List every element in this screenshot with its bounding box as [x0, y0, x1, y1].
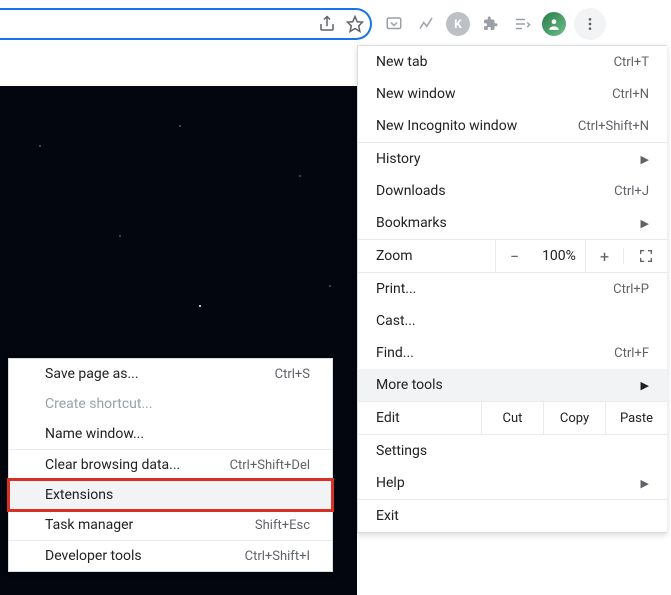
- menu-exit[interactable]: Exit: [358, 500, 667, 532]
- fullscreen-button[interactable]: [623, 248, 667, 264]
- submenu-extensions[interactable]: Extensions: [9, 480, 332, 510]
- chevron-right-icon: ▶: [641, 379, 649, 392]
- menu-label: Exit: [376, 508, 399, 524]
- menu-history[interactable]: History ▶: [358, 143, 667, 175]
- submenu-label: Clear browsing data...: [45, 457, 180, 473]
- star-icon[interactable]: [346, 15, 364, 33]
- submenu-shortcut: Ctrl+S: [275, 367, 310, 382]
- menu-label: Find...: [376, 345, 414, 361]
- menu-shortcut: Ctrl+N: [612, 87, 649, 102]
- menu-more-tools[interactable]: More tools ▶: [358, 369, 667, 401]
- menu-label: New tab: [376, 54, 427, 70]
- menu-label: More tools: [376, 377, 443, 393]
- extensions-puzzle-icon[interactable]: [478, 12, 502, 36]
- menu-label: Bookmarks: [376, 215, 447, 231]
- submenu-dev-tools[interactable]: Developer tools Ctrl+Shift+I: [9, 541, 332, 571]
- menu-shortcut: Ctrl+Shift+N: [578, 119, 649, 134]
- menu-shortcut: Ctrl+J: [614, 184, 649, 199]
- kebab-menu-icon[interactable]: [574, 8, 606, 40]
- submenu-task-manager[interactable]: Task manager Shift+Esc: [9, 510, 332, 540]
- main-menu: New tab Ctrl+T New window Ctrl+N New Inc…: [357, 45, 667, 533]
- submenu-label: Save page as...: [45, 366, 139, 382]
- submenu-label: Task manager: [45, 517, 133, 533]
- edit-label: Edit: [358, 410, 481, 426]
- reading-list-icon[interactable]: [510, 12, 534, 36]
- pocket-icon[interactable]: [382, 12, 406, 36]
- toolbar-icons: K: [382, 8, 606, 40]
- menu-cast[interactable]: Cast...: [358, 305, 667, 337]
- menu-label: New Incognito window: [376, 118, 517, 134]
- zoom-out-button[interactable]: −: [495, 240, 533, 272]
- zoom-label: Zoom: [358, 248, 495, 264]
- submenu-shortcut: Ctrl+Shift+Del: [230, 458, 310, 473]
- menu-label: Print...: [376, 281, 416, 297]
- menu-print[interactable]: Print... Ctrl+P: [358, 273, 667, 305]
- profile-avatar[interactable]: [542, 12, 566, 36]
- menu-zoom: Zoom − 100% +: [358, 239, 667, 273]
- chevron-right-icon: ▶: [641, 477, 649, 490]
- menu-label: History: [376, 151, 421, 167]
- submenu-label: Create shortcut...: [45, 396, 153, 412]
- menu-edit: Edit Cut Copy Paste: [358, 401, 667, 435]
- menu-shortcut: Ctrl+P: [613, 282, 649, 297]
- submenu-create-shortcut: Create shortcut...: [9, 389, 332, 419]
- menu-label: Help: [376, 475, 405, 491]
- menu-find[interactable]: Find... Ctrl+F: [358, 337, 667, 369]
- menu-settings[interactable]: Settings: [358, 435, 667, 467]
- menu-label: Downloads: [376, 183, 446, 199]
- menu-label: Cast...: [376, 313, 416, 329]
- menu-shortcut: Ctrl+F: [614, 346, 649, 361]
- submenu-save-page[interactable]: Save page as... Ctrl+S: [9, 359, 332, 389]
- menu-shortcut: Ctrl+T: [614, 55, 649, 70]
- menu-new-window[interactable]: New window Ctrl+N: [358, 78, 667, 110]
- zoom-value: 100%: [533, 248, 585, 264]
- chevron-right-icon: ▶: [641, 217, 649, 230]
- menu-label: New window: [376, 86, 455, 102]
- menu-help[interactable]: Help ▶: [358, 467, 667, 499]
- menu-new-tab[interactable]: New tab Ctrl+T: [358, 46, 667, 78]
- chevron-right-icon: ▶: [641, 153, 649, 166]
- submenu-shortcut: Ctrl+Shift+I: [245, 549, 310, 564]
- submenu-clear-data[interactable]: Clear browsing data... Ctrl+Shift+Del: [9, 450, 332, 480]
- menu-bookmarks[interactable]: Bookmarks ▶: [358, 207, 667, 239]
- zoom-in-button[interactable]: +: [585, 240, 623, 272]
- address-bar[interactable]: [0, 8, 372, 40]
- edit-cut-button[interactable]: Cut: [481, 402, 543, 434]
- submenu-label: Extensions: [45, 487, 113, 503]
- analytics-icon[interactable]: [414, 12, 438, 36]
- edit-paste-button[interactable]: Paste: [605, 402, 667, 434]
- submenu-label: Name window...: [45, 426, 144, 442]
- menu-downloads[interactable]: Downloads Ctrl+J: [358, 175, 667, 207]
- edit-copy-button[interactable]: Copy: [543, 402, 605, 434]
- submenu-name-window[interactable]: Name window...: [9, 419, 332, 449]
- menu-new-incognito[interactable]: New Incognito window Ctrl+Shift+N: [358, 110, 667, 142]
- share-icon[interactable]: [318, 15, 336, 33]
- submenu-shortcut: Shift+Esc: [255, 518, 310, 533]
- k-badge-icon[interactable]: K: [446, 12, 470, 36]
- menu-label: Settings: [376, 443, 427, 459]
- submenu-label: Developer tools: [45, 548, 142, 564]
- more-tools-submenu: Save page as... Ctrl+S Create shortcut..…: [8, 358, 333, 572]
